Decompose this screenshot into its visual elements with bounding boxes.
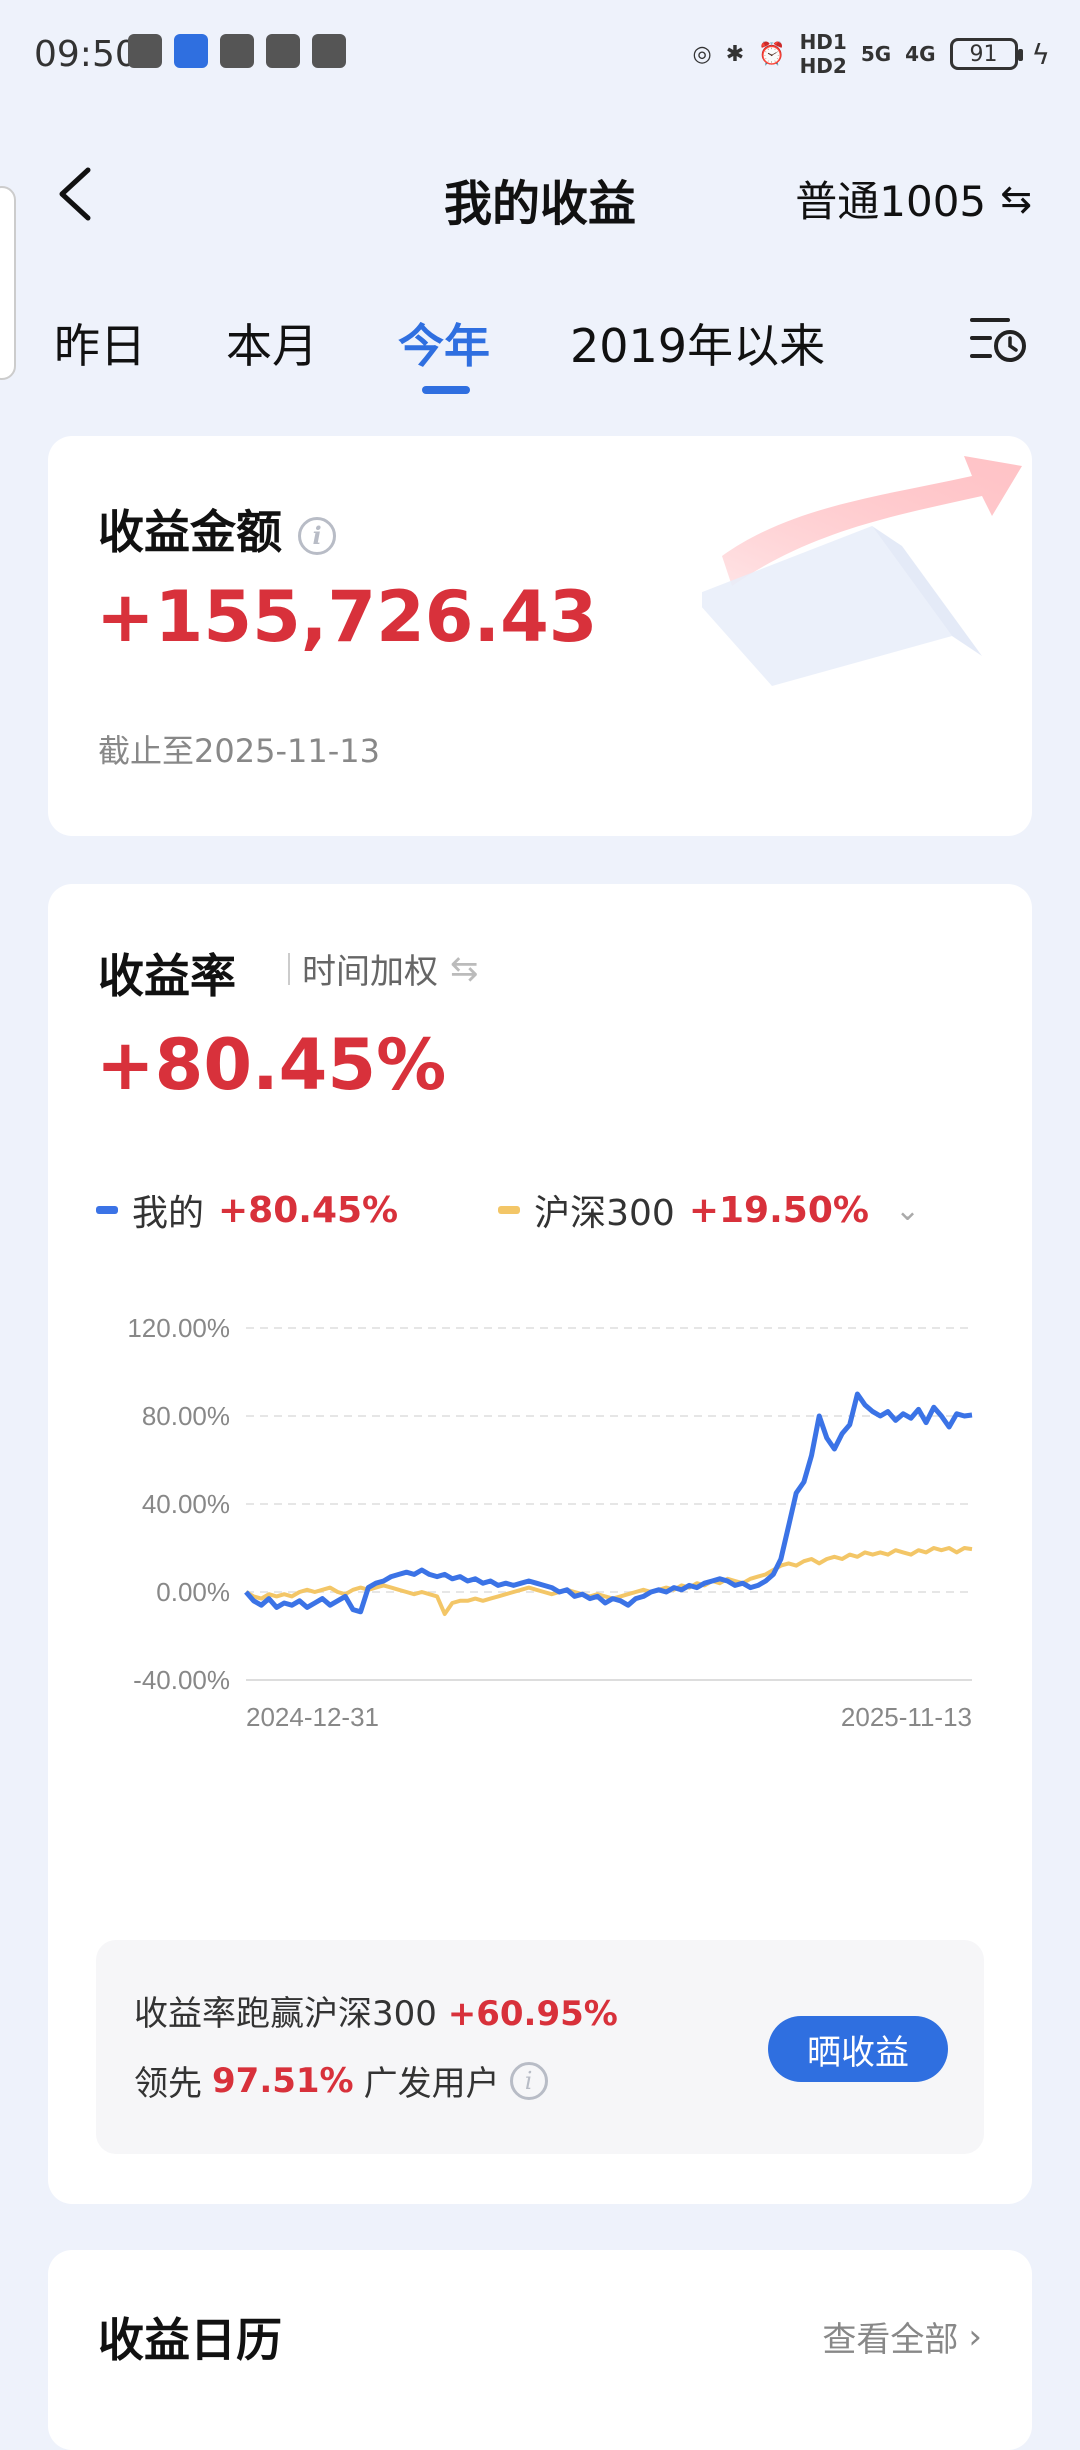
x-start-label: 2024-12-31 <box>246 1702 379 1732</box>
earnings-calendar-card: 收益日历 查看全部 › <box>48 2250 1032 2450</box>
rate-title: 收益率 <box>98 949 236 1003</box>
signal-5g-icon: 5G <box>860 42 892 66</box>
rank-line: 领先 97.51% 广发用户 i <box>134 2056 548 2105</box>
battery-icon: 91 <box>949 38 1023 70</box>
nfc-icon: ◎ <box>692 41 712 67</box>
earnings-amount-card: 收益金额 i +155,726.43 截止至2025-11-13 <box>48 436 1032 836</box>
legend-name-benchmark: 沪深300 <box>534 1193 675 1234</box>
y-tick-label: 80.00% <box>142 1401 230 1431</box>
notification-icons <box>128 34 346 68</box>
legend-swatch-benchmark <box>498 1206 521 1214</box>
beat-value: +60.95% <box>447 1994 618 2034</box>
series-line-benchmark <box>244 1546 973 1616</box>
period-tabs: 昨日 本月 今年 2019年以来 <box>0 300 1080 400</box>
legend-value-benchmark: +19.50% <box>688 1189 869 1231</box>
account-label: 普通1005 <box>795 177 987 226</box>
rate-value: +80.45% <box>96 1024 447 1106</box>
swap-icon: ⇆ <box>1000 176 1032 221</box>
beat-line: 收益率跑赢沪深300 +60.95% <box>134 1986 618 2035</box>
swap-icon: ⇆ <box>450 948 479 989</box>
y-tick-label: 0.00% <box>156 1577 230 1607</box>
beat-label: 收益率跑赢沪深300 <box>134 1994 437 2034</box>
signal-4g-icon: 4G <box>905 42 936 66</box>
active-tab-indicator <box>422 386 470 394</box>
bluetooth-icon: ✱ <box>725 41 745 67</box>
divider <box>288 952 290 985</box>
rate-mode-switch[interactable]: 时间加权 ⇆ <box>288 944 479 993</box>
y-tick-label: 40.00% <box>142 1489 230 1519</box>
robot-icon <box>128 34 162 68</box>
as-of-date: 截止至2025-11-13 <box>98 732 380 770</box>
amount-value: +155,726.43 <box>96 576 598 658</box>
sync-icon <box>312 34 346 68</box>
rate-mode-label: 时间加权 <box>302 952 438 992</box>
status-time: 09:50 <box>34 34 138 75</box>
account-switch[interactable]: 普通1005 ⇆ <box>795 168 1032 229</box>
tab-this-month[interactable]: 本月 <box>226 310 318 376</box>
charging-icon: ϟ <box>1031 37 1050 71</box>
see-all-link[interactable]: 查看全部 › <box>822 2312 982 2361</box>
share-earnings-button[interactable]: 晒收益 <box>768 2016 948 2082</box>
legend-item-benchmark: 沪深300 +19.50% ⌄ <box>498 1184 920 1236</box>
broker-app-icon <box>174 34 208 68</box>
chevron-down-icon[interactable]: ⌄ <box>895 1193 920 1228</box>
amount-title: 收益金额 <box>98 505 282 559</box>
header: 我的收益 普通1005 ⇆ <box>0 150 1080 240</box>
tab-this-year[interactable]: 今年 <box>398 310 490 376</box>
rank-value: 97.51% <box>212 2060 354 2101</box>
see-all-label: 查看全部 <box>822 2320 959 2360</box>
chart-legend[interactable]: 我的 +80.45% 沪深300 +19.50% ⌄ <box>96 1184 920 1236</box>
tab-yesterday[interactable]: 昨日 <box>54 310 146 376</box>
rank-suffix: 广发用户 <box>363 2064 500 2104</box>
info-icon[interactable]: i <box>298 516 337 555</box>
amount-title-row: 收益金额 i <box>98 496 337 562</box>
paw-icon <box>220 34 254 68</box>
growth-decoration <box>702 456 1022 686</box>
system-status: ◎ ✱ ⏰ HD1 HD2 5G 4G 91 ϟ <box>693 30 1050 78</box>
rank-prefix: 领先 <box>134 2064 202 2104</box>
return-line-chart[interactable]: 120.00% 80.00% 40.00% 0.00% -40.00% 2024-12-3… <box>48 1304 1032 1784</box>
hd-indicator: HD1 HD2 <box>799 30 847 78</box>
alarm-icon: ⏰ <box>758 41 786 67</box>
tab-since-2019[interactable]: 2019年以来 <box>570 310 825 376</box>
x-end-label: 2025-11-13 <box>841 1702 972 1732</box>
y-tick-label: -40.00% <box>133 1665 230 1695</box>
y-tick-label: 120.00% <box>127 1313 230 1343</box>
return-rate-card: 收益率 时间加权 ⇆ +80.45% 我的 +80.45% 沪深300 +19.… <box>48 884 1032 2204</box>
legend-value-mine: +80.45% <box>218 1189 399 1231</box>
benchmark-summary: 收益率跑赢沪深300 +60.95% 领先 97.51% 广发用户 i 晒收益 <box>96 1940 984 2154</box>
legend-name-mine: 我的 <box>132 1193 205 1234</box>
legend-item-mine: 我的 +80.45% <box>96 1184 398 1236</box>
history-filter-icon[interactable] <box>968 308 1028 368</box>
image-icon <box>266 34 300 68</box>
info-icon[interactable]: i <box>509 2061 548 2100</box>
chevron-right-icon: › <box>968 2316 982 2357</box>
series-line-mine <box>244 1391 973 1615</box>
legend-swatch-mine <box>96 1206 118 1214</box>
calendar-title: 收益日历 <box>98 2313 282 2367</box>
status-bar: 09:50 ◎ ✱ ⏰ HD1 HD2 5G 4G 91 ϟ <box>0 0 1080 110</box>
